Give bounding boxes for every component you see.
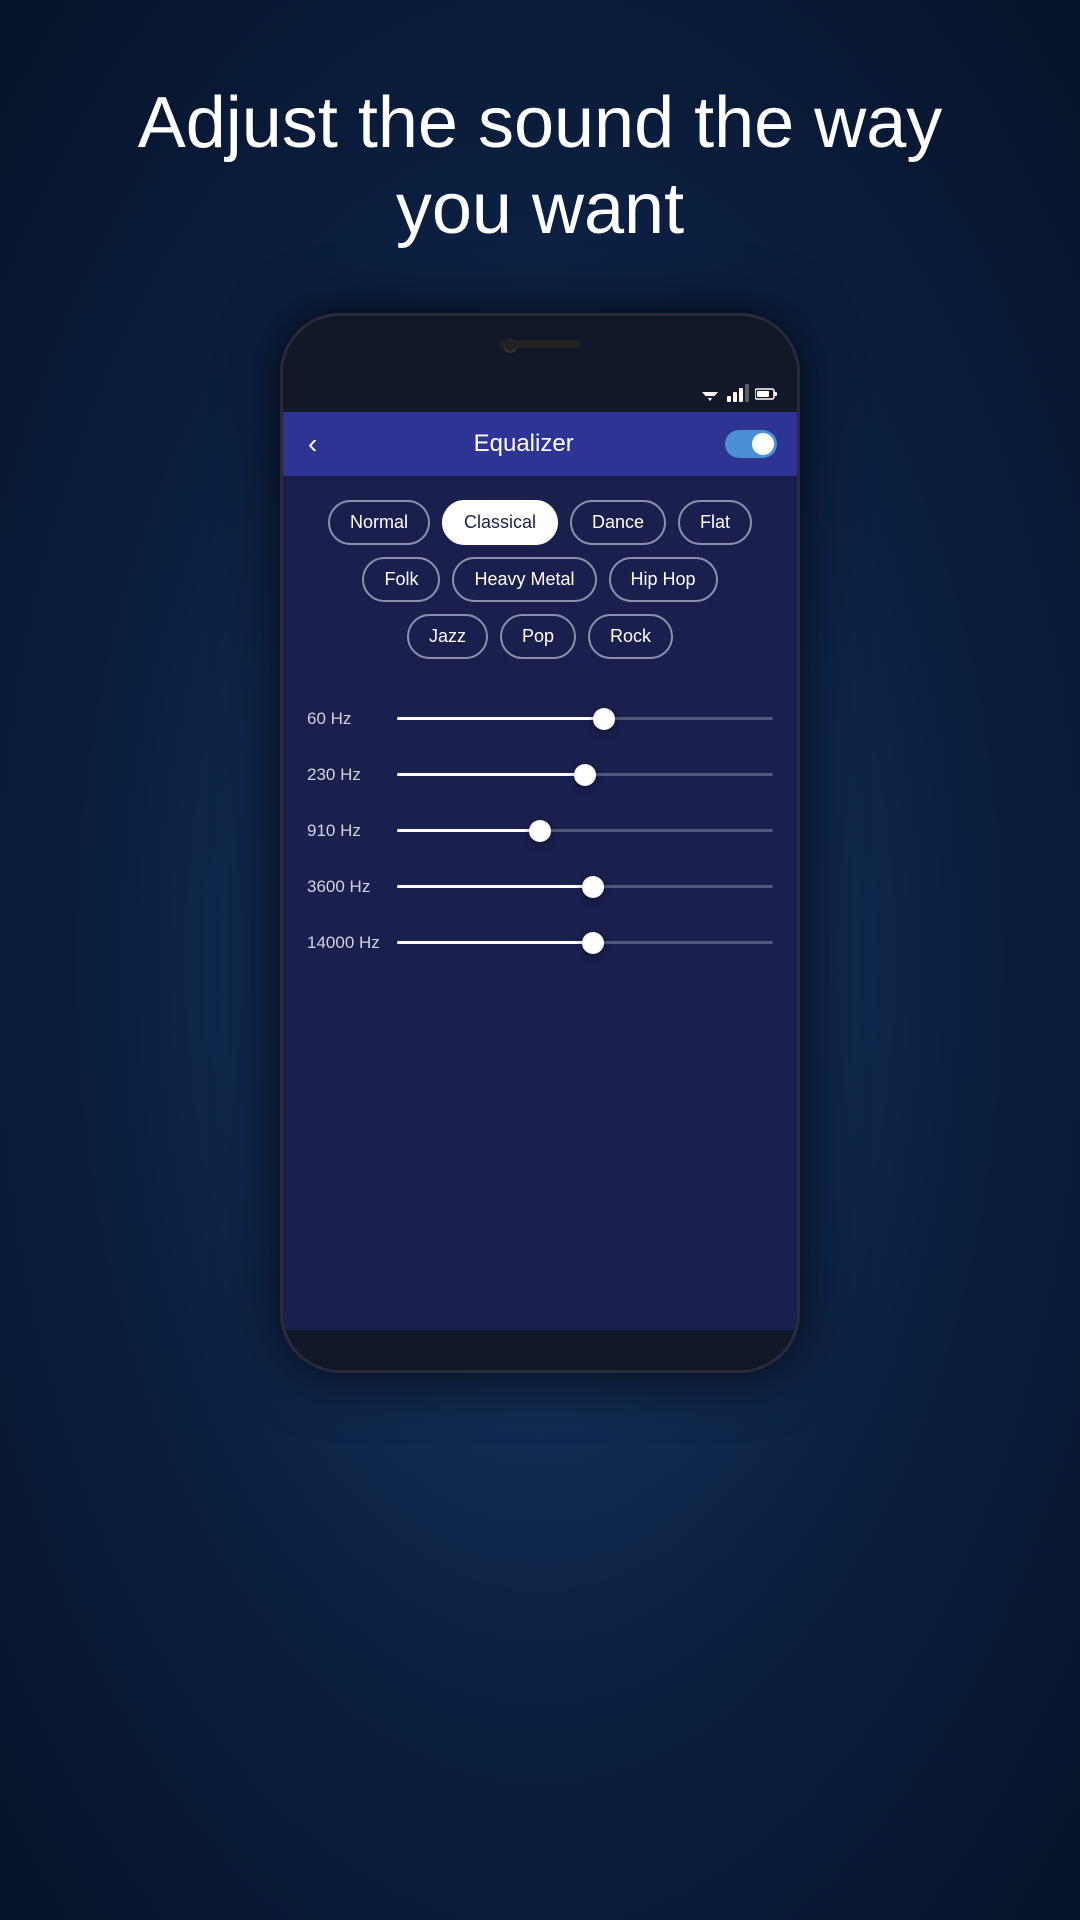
preset-rock[interactable]: Rock (588, 614, 673, 659)
preset-normal[interactable]: Normal (328, 500, 430, 545)
slider-track-60hz[interactable] (397, 707, 773, 731)
presets-row-3: Jazz Pop Rock (303, 614, 777, 659)
slider-row-230hz: 230 Hz (307, 763, 773, 787)
app-screen: ‹ Equalizer Normal Classical Dance Flat … (283, 412, 797, 1330)
equalizer-toggle[interactable] (725, 430, 777, 458)
slider-thumb-230hz[interactable] (574, 764, 596, 786)
preset-folk[interactable]: Folk (362, 557, 440, 602)
preset-hip-hop[interactable]: Hip Hop (609, 557, 718, 602)
battery-icon (755, 387, 777, 401)
phone-frame: ‹ Equalizer Normal Classical Dance Flat … (280, 313, 800, 1373)
slider-label-910hz: 910 Hz (307, 821, 397, 841)
wifi-icon (699, 385, 721, 403)
presets-container: Normal Classical Dance Flat Folk Heavy M… (283, 476, 797, 687)
slider-row-14000hz: 14000 Hz (307, 931, 773, 955)
preset-classical[interactable]: Classical (442, 500, 558, 545)
speaker-grill (500, 340, 580, 348)
slider-track-910hz[interactable] (397, 819, 773, 843)
status-icons (699, 385, 777, 403)
preset-pop[interactable]: Pop (500, 614, 576, 659)
preset-flat[interactable]: Flat (678, 500, 752, 545)
status-bar (283, 376, 797, 412)
slider-thumb-60hz[interactable] (593, 708, 615, 730)
sliders-container: 60 Hz 230 Hz 910 Hz (283, 687, 797, 1330)
slider-row-60hz: 60 Hz (307, 707, 773, 731)
phone-top-bar (283, 316, 797, 376)
slider-label-230hz: 230 Hz (307, 765, 397, 785)
header-title: Equalizer (322, 430, 725, 458)
headline-line1: Adjust the sound the way (138, 83, 943, 163)
phone-bottom-bar (283, 1330, 797, 1370)
preset-dance[interactable]: Dance (570, 500, 666, 545)
app-header: ‹ Equalizer (283, 412, 797, 476)
slider-label-14000hz: 14000 Hz (307, 933, 397, 953)
slider-track-230hz[interactable] (397, 763, 773, 787)
slider-label-60hz: 60 Hz (307, 709, 397, 729)
slider-track-14000hz[interactable] (397, 931, 773, 955)
slider-track-3600hz[interactable] (397, 875, 773, 899)
slider-label-3600hz: 3600 Hz (307, 877, 397, 897)
slider-thumb-3600hz[interactable] (582, 876, 604, 898)
slider-thumb-14000hz[interactable] (582, 932, 604, 954)
preset-heavy-metal[interactable]: Heavy Metal (452, 557, 596, 602)
presets-row-2: Folk Heavy Metal Hip Hop (303, 557, 777, 602)
slider-row-910hz: 910 Hz (307, 819, 773, 843)
preset-jazz[interactable]: Jazz (407, 614, 488, 659)
slider-row-3600hz: 3600 Hz (307, 875, 773, 899)
headline: Adjust the sound the way you want (78, 80, 1003, 253)
headline-line2: you want (396, 169, 684, 249)
presets-row-1: Normal Classical Dance Flat (303, 500, 777, 545)
signal-bars-icon (727, 386, 749, 402)
back-button[interactable]: ‹ (303, 423, 322, 465)
slider-thumb-910hz[interactable] (529, 820, 551, 842)
